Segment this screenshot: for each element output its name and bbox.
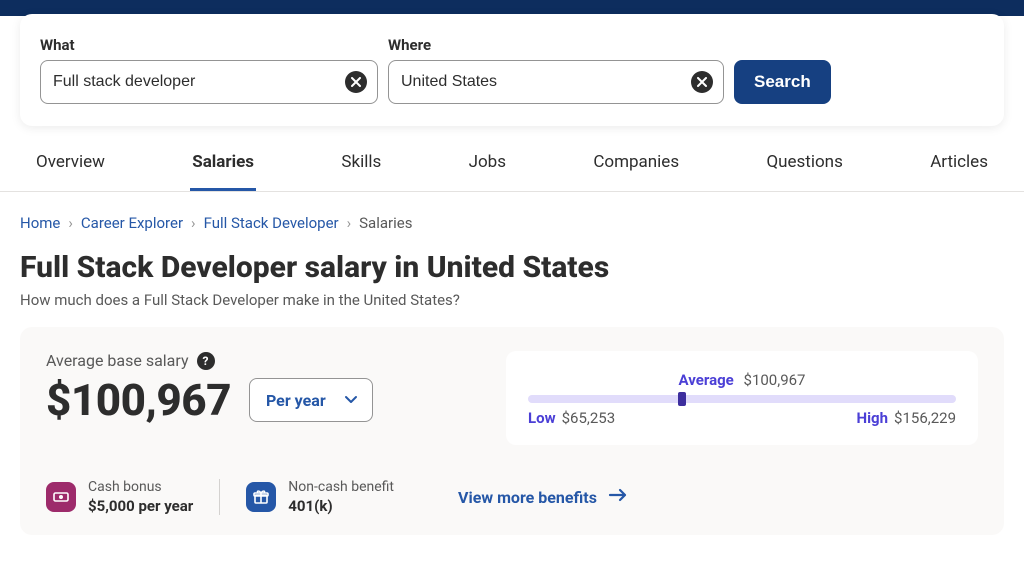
where-input-wrap[interactable] <box>388 60 724 104</box>
arrow-right-icon <box>607 484 629 510</box>
distribution-high: High $156,229 <box>857 409 957 427</box>
tab-overview[interactable]: Overview <box>34 144 107 191</box>
distribution-marker <box>678 392 686 406</box>
salary-distribution-chart: Average $100,967 Low $65,253 High $156,229 <box>506 351 978 445</box>
tab-articles[interactable]: Articles <box>928 144 990 191</box>
gift-icon <box>246 482 276 512</box>
clear-what-button[interactable] <box>345 71 367 93</box>
chevron-right-icon: › <box>191 214 196 232</box>
noncash-benefit-title: Non-cash benefit <box>288 479 394 495</box>
close-icon <box>351 75 361 90</box>
tab-questions[interactable]: Questions <box>764 144 844 191</box>
average-word: Average <box>679 371 734 389</box>
tab-jobs[interactable]: Jobs <box>467 144 508 191</box>
average-salary-block: Average base salary ? $100,967 Per year <box>46 351 476 445</box>
where-label: Where <box>388 36 724 54</box>
salary-card: Average base salary ? $100,967 Per year … <box>20 327 1004 535</box>
tab-skills[interactable]: Skills <box>339 144 383 191</box>
what-field-group: What <box>40 36 378 104</box>
page-title: Full Stack Developer salary in United St… <box>0 232 1024 291</box>
cash-icon <box>46 482 76 512</box>
view-more-label: View more benefits <box>458 488 597 507</box>
period-label: Per year <box>266 391 326 410</box>
search-card: What Where Search <box>20 14 1004 126</box>
page-subtitle: How much does a Full Stack Developer mak… <box>0 291 1024 327</box>
breadcrumb-career-explorer[interactable]: Career Explorer <box>81 214 183 232</box>
high-number: $156,229 <box>894 409 956 427</box>
period-select[interactable]: Per year <box>249 378 373 422</box>
search-button[interactable]: Search <box>734 60 831 104</box>
distribution-bar <box>528 395 956 403</box>
breadcrumb-full-stack-developer[interactable]: Full Stack Developer <box>204 214 339 232</box>
cash-bonus-benefit: Cash bonus $5,000 per year <box>46 479 219 515</box>
what-input-wrap[interactable] <box>40 60 378 104</box>
chevron-down-icon <box>344 391 358 410</box>
tab-salaries[interactable]: Salaries <box>190 144 256 191</box>
distribution-low: Low $65,253 <box>528 409 615 427</box>
low-word: Low <box>528 409 556 427</box>
clear-where-button[interactable] <box>691 71 713 93</box>
average-label: Average base salary <box>46 351 189 370</box>
where-input[interactable] <box>401 73 683 91</box>
breadcrumb: Home › Career Explorer › Full Stack Deve… <box>0 192 1024 232</box>
distribution-average-label: Average $100,967 <box>528 371 956 389</box>
tabs-nav: Overview Salaries Skills Jobs Companies … <box>0 126 1024 192</box>
close-icon <box>697 75 707 90</box>
high-word: High <box>857 409 889 427</box>
average-number: $100,967 <box>744 371 806 389</box>
what-label: What <box>40 36 378 54</box>
view-more-benefits-link[interactable]: View more benefits <box>458 484 629 510</box>
chevron-right-icon: › <box>68 214 73 232</box>
noncash-benefit: Non-cash benefit 401(k) <box>219 479 420 515</box>
noncash-benefit-value: 401(k) <box>288 497 394 515</box>
where-field-group: Where <box>388 36 724 104</box>
breadcrumb-home[interactable]: Home <box>20 214 60 232</box>
benefits-row: Cash bonus $5,000 per year Non-cash bene… <box>46 471 978 515</box>
tab-companies[interactable]: Companies <box>591 144 681 191</box>
what-input[interactable] <box>53 73 337 91</box>
help-icon[interactable]: ? <box>197 352 215 370</box>
breadcrumb-current: Salaries <box>359 214 412 232</box>
average-value: $100,967 <box>46 374 231 426</box>
cash-bonus-value: $5,000 per year <box>88 497 193 515</box>
low-number: $65,253 <box>562 409 616 427</box>
cash-bonus-title: Cash bonus <box>88 479 193 495</box>
chevron-right-icon: › <box>347 214 352 232</box>
